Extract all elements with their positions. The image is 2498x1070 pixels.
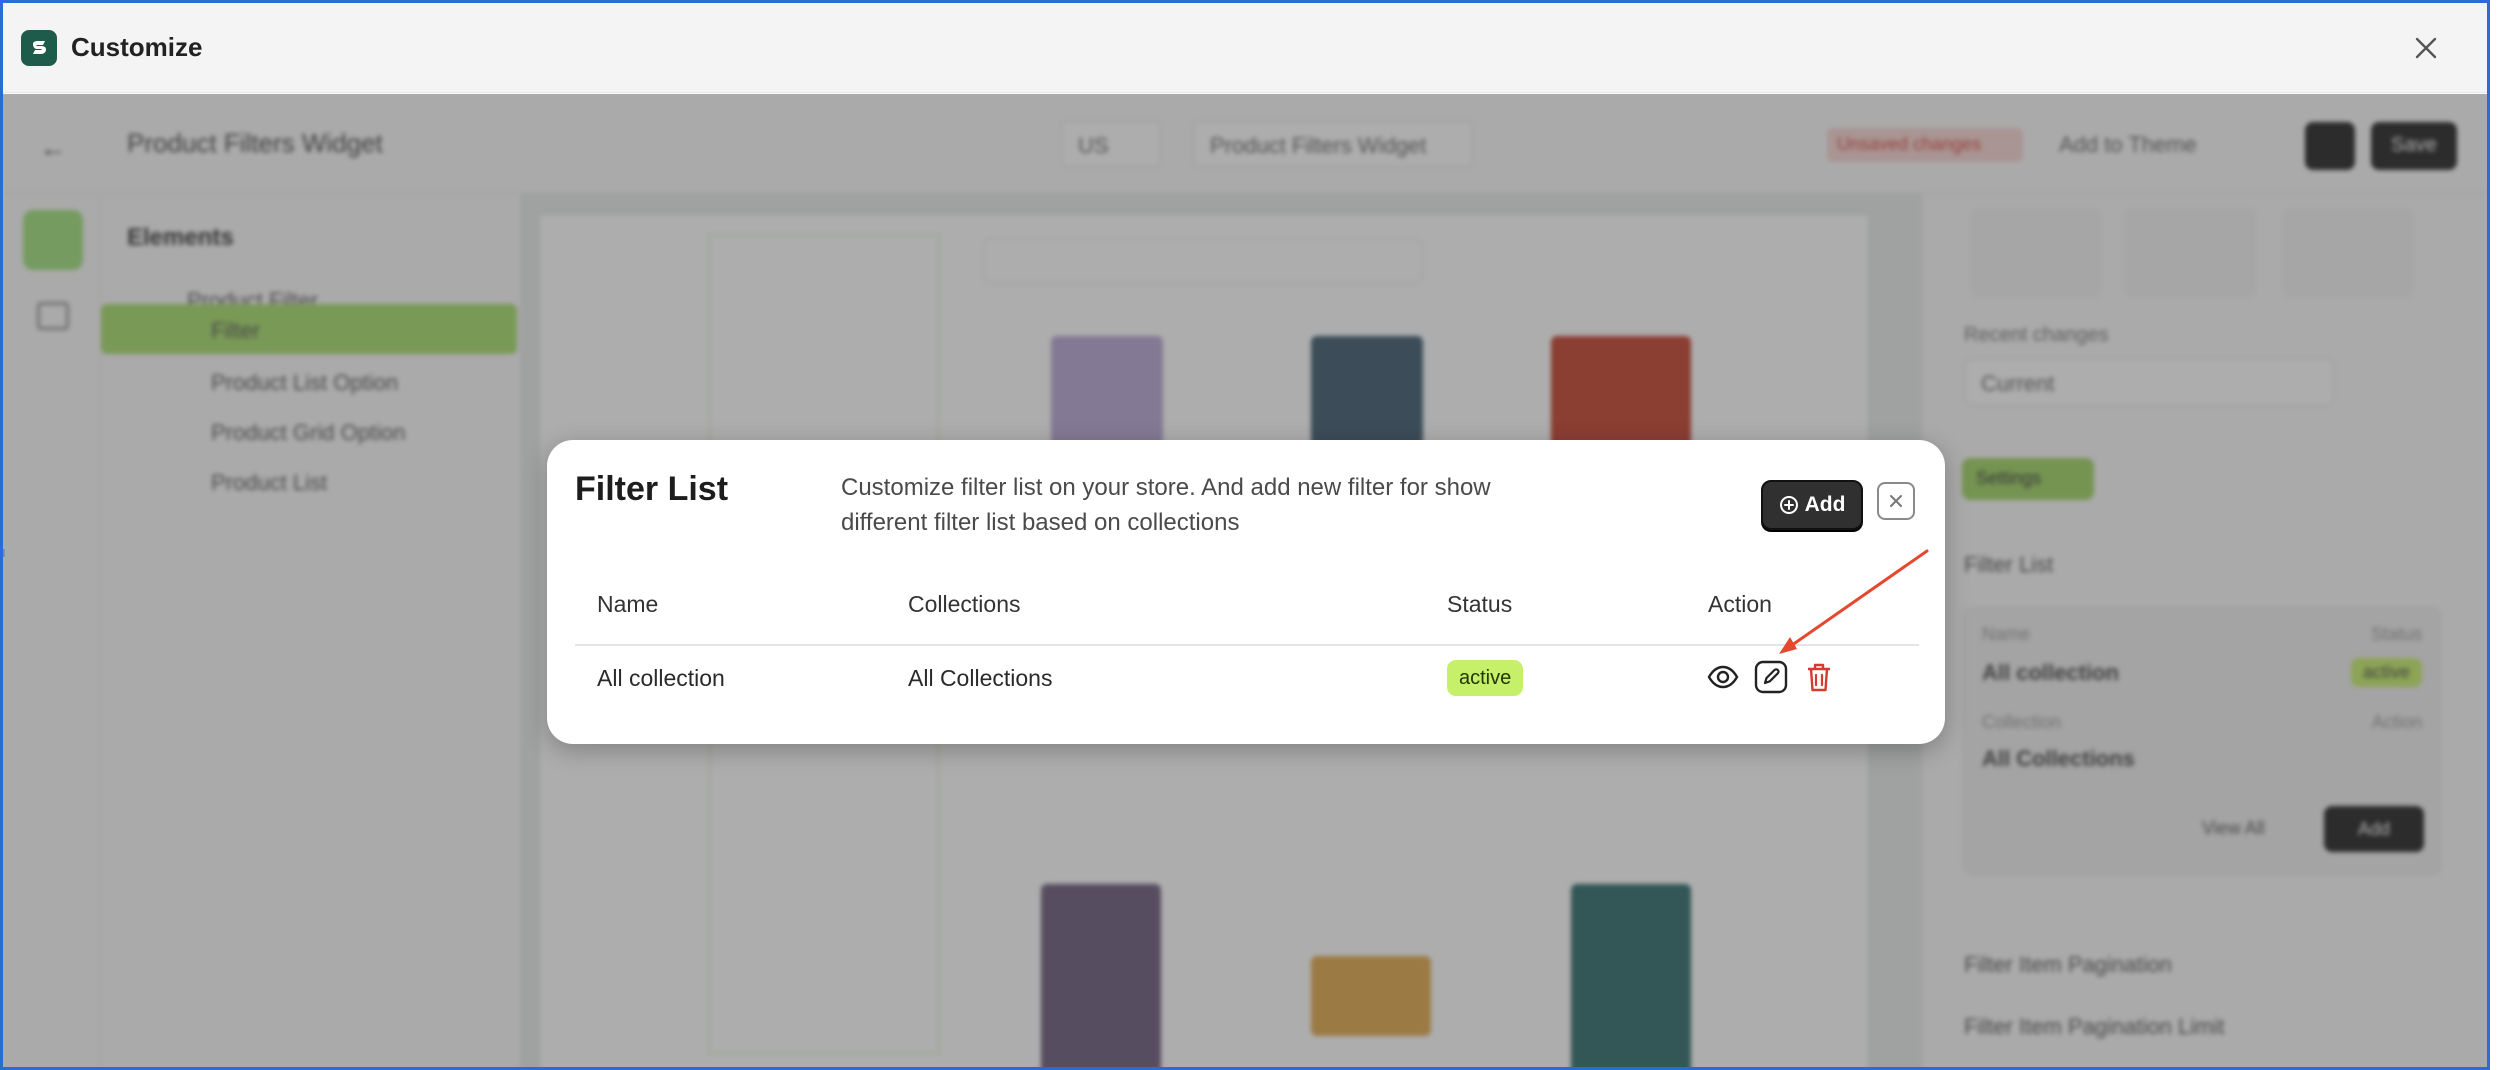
row-name: All collection [597, 665, 725, 691]
customize-window: Customize ← Product Filters Widget US Pr… [0, 0, 2490, 1070]
title-bar: Customize [3, 3, 2487, 93]
close-icon[interactable] [2409, 31, 2443, 65]
status-badge: active [1447, 660, 1524, 696]
table-divider [575, 644, 1919, 646]
modal-description: Customize filter list on your store. And… [841, 474, 1491, 536]
modal-close-button[interactable] [1877, 482, 1915, 520]
column-header-name: Name [597, 591, 659, 617]
close-icon [1888, 493, 1904, 509]
app-logo-icon [21, 29, 57, 66]
trash-icon[interactable] [1801, 659, 1837, 695]
add-filter-label: Add [1804, 493, 1846, 516]
filter-list-modal: Filter List Customize filter list on you… [547, 440, 1945, 744]
column-header-status: Status [1447, 591, 1513, 617]
add-filter-button[interactable]: Add [1761, 480, 1863, 530]
plus-circle-icon [1779, 495, 1799, 515]
column-header-action: Action [1708, 591, 1772, 617]
column-header-collections: Collections [908, 591, 1021, 617]
row-collections: All Collections [908, 665, 1053, 691]
window-title: Customize [71, 32, 203, 62]
edit-icon[interactable] [1753, 659, 1789, 695]
eye-icon[interactable] [1705, 659, 1741, 695]
modal-title: Filter List [575, 470, 729, 508]
